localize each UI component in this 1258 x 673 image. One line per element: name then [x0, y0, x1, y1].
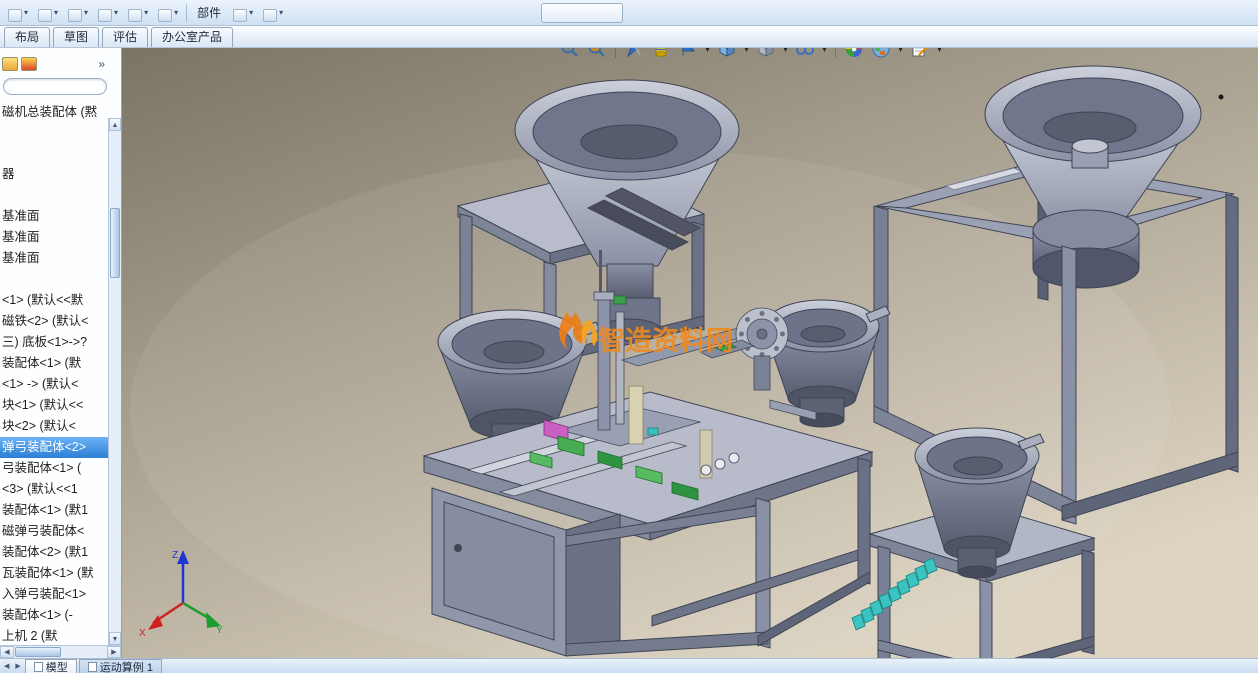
dropdown-arrow-icon: ▾ [144, 7, 149, 17]
motion-study-tab-icon [87, 661, 97, 672]
triad-y-label: Y [216, 625, 223, 636]
tree-item[interactable]: 弓装配体<1> ( [0, 458, 108, 479]
tab-motion-study[interactable]: 运动算例 1 [78, 659, 162, 673]
toolbar-icon [158, 8, 173, 22]
dropdown-arrow-icon: ▾ [84, 7, 89, 17]
dropdown-arrow-icon: ▾ [54, 7, 59, 17]
tree-item[interactable]: <1> (默认<<默 [0, 290, 108, 311]
toolbar-separator [186, 3, 188, 22]
model-tab-icon [33, 661, 43, 672]
cursor-dot [1218, 94, 1224, 100]
horizontal-scroll-thumb[interactable] [15, 647, 61, 657]
scroll-up-arrow-icon[interactable]: ▲ [109, 118, 121, 131]
tree-item[interactable]: 磁铁<2> (默认< [0, 311, 108, 332]
tree-item[interactable]: 基准面 [0, 248, 108, 269]
bottom-status-bar: ◀ ▶ 模型 运动算例 1 [0, 658, 1258, 673]
tree-item[interactable] [0, 143, 108, 164]
triad-x-label: X [139, 628, 146, 639]
panel-expand-chevron-icon[interactable]: » [98, 57, 105, 71]
tree-item[interactable]: 块<2> (默认< [0, 416, 108, 437]
tab-sketch[interactable]: 草图 [53, 27, 100, 47]
scroll-right-arrow-icon[interactable]: ▶ [107, 646, 121, 658]
propertymanager-tab-icon[interactable] [21, 57, 37, 71]
toolbar-dropdown-2[interactable]: ▾ [36, 3, 60, 23]
tab-model-label: 模型 [45, 661, 68, 673]
tab-nav-right-icon[interactable]: ▶ [13, 662, 22, 670]
dropdown-arrow-icon: ▾ [24, 7, 29, 17]
triad-z-label: Z [172, 550, 178, 561]
toolbar-icon [38, 8, 53, 22]
dropdown-arrow-icon: ▾ [114, 7, 119, 17]
scroll-down-arrow-icon[interactable]: ▼ [109, 632, 121, 645]
dropdown-arrow-icon: ▾ [249, 7, 254, 17]
toolbar-dropdown-4[interactable]: ▾ [96, 3, 120, 23]
toolbar-icon [68, 8, 83, 22]
feature-filter-box[interactable] [3, 78, 107, 95]
feature-manager-panel: » 磁机总装配体 (黙 器 基准面 基准面 基准面 <1> (默认<<默 磁铁<… [0, 48, 122, 658]
tab-office-products[interactable]: 办公室产品 [151, 27, 234, 47]
tab-nav-left-icon[interactable]: ◀ [2, 662, 11, 670]
featuremanager-tab-icon[interactable] [2, 57, 18, 71]
tree-item[interactable]: 磁弹弓装配体< [0, 521, 108, 542]
tab-layout[interactable]: 布局 [4, 27, 51, 47]
tree-item[interactable]: 基准面 [0, 206, 108, 227]
tree-root-item[interactable]: 磁机总装配体 (黙 [0, 102, 108, 122]
viewport-3d[interactable]: Z X Y 智造资料网 [0, 0, 1258, 673]
vertical-scroll-thumb[interactable] [110, 208, 120, 278]
toolbar-icon [98, 8, 113, 22]
panel-tab-strip: » [0, 48, 121, 76]
toolbar-dropdown-6[interactable]: ▾ [156, 3, 180, 23]
tree-item[interactable]: 块<1> (默认<< [0, 395, 108, 416]
tree-item[interactable]: 基准面 [0, 227, 108, 248]
scroll-track[interactable] [62, 646, 107, 658]
tab-model[interactable]: 模型 [24, 659, 77, 673]
tree-item[interactable] [0, 122, 108, 143]
dropdown-arrow-icon: ▾ [279, 7, 284, 17]
tree-item-selected[interactable]: 弹弓装配体<2> [0, 437, 108, 458]
tree-item[interactable]: 三) 底板<1>->? [0, 332, 108, 353]
toolbar-icon [128, 8, 143, 22]
toolbar-icon [8, 8, 22, 22]
tree-item[interactable]: 装配体<1> (- [0, 605, 108, 626]
tree-item[interactable]: 装配体<1> (默 [0, 353, 108, 374]
tree-item[interactable]: 装配体<1> (默1 [0, 500, 108, 521]
toolbar-dropdown-1[interactable]: ▾ [6, 3, 30, 23]
tree-item[interactable]: 上机 2 (默 [0, 626, 108, 645]
toolbar-dropdown-3[interactable]: ▾ [66, 3, 90, 23]
tree-item[interactable]: 装配体<2> (默1 [0, 542, 108, 563]
feature-tree: 磁机总装配体 (黙 器 基准面 基准面 基准面 <1> (默认<<默 磁铁<2>… [0, 102, 108, 645]
top-toolbar: ▾ ▾ ▾ ▾ ▾ ▾ 部件 ▾ ▾ [0, 0, 1258, 26]
tree-vertical-scrollbar[interactable]: ▲ ▼ [108, 118, 121, 645]
toolbar-icon [263, 8, 278, 22]
tab-motion-study-label: 运动算例 1 [99, 661, 153, 673]
tree-item[interactable]: 入弹弓装配<1> [0, 584, 108, 605]
toolbar-dropdown-7[interactable]: ▾ [231, 3, 255, 23]
toolbar-dropdown-8[interactable]: ▾ [261, 3, 285, 23]
watermark-text: 智造资料网 [598, 326, 733, 356]
tree-item[interactable]: 器 [0, 164, 108, 185]
tree-item[interactable]: 瓦装配体<1> (默 [0, 563, 108, 584]
scroll-left-arrow-icon[interactable]: ◀ [0, 646, 14, 658]
toolbar-icon [233, 8, 248, 22]
toolbar-quick-button[interactable] [541, 2, 624, 23]
tab-evaluate[interactable]: 评估 [102, 27, 149, 47]
component-toolbar-label[interactable]: 部件 [193, 4, 225, 21]
dropdown-arrow-icon: ▾ [174, 7, 179, 17]
tree-item[interactable]: <1> -> (默认< [0, 374, 108, 395]
toolbar-dropdown-5[interactable]: ▾ [126, 3, 150, 23]
tree-item[interactable] [0, 185, 108, 206]
tree-horizontal-scrollbar[interactable]: ◀ ▶ [0, 645, 121, 658]
command-manager-tabs: 布局 草图 评估 办公室产品 [0, 26, 1258, 48]
tree-item[interactable] [0, 269, 108, 290]
tree-item[interactable]: <3> (默认<<1 [0, 479, 108, 500]
